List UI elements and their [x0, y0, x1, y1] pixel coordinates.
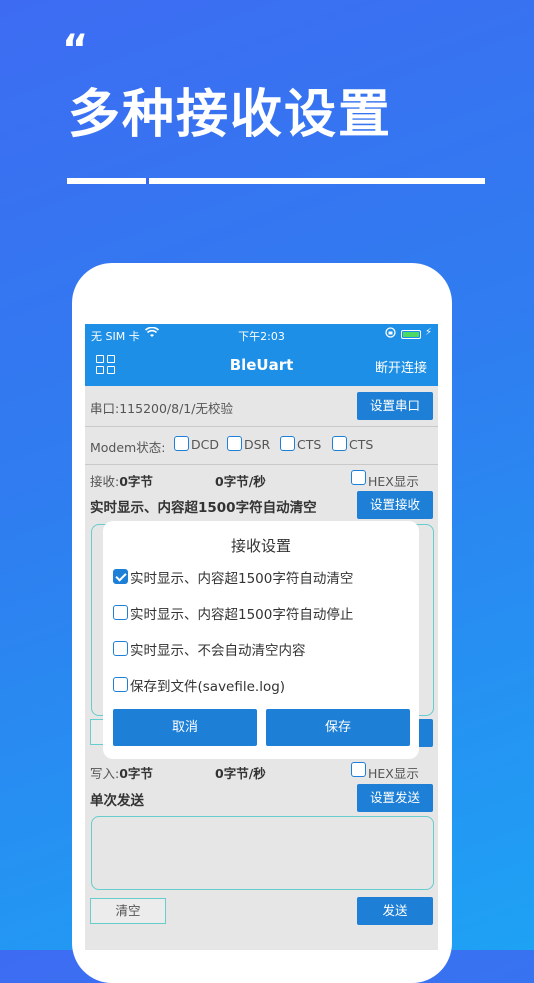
- save-button[interactable]: 保存: [266, 709, 410, 746]
- option-label: 实时显示、内容超1500字符自动停止: [130, 607, 354, 623]
- receive-settings-dialog: 接收设置 实时显示、内容超1500字符自动清空 实时显示、内容超1500字符自动…: [103, 521, 419, 759]
- dialog-title: 接收设置: [230, 537, 291, 555]
- underline-notch: [146, 178, 149, 184]
- option-label: 保存到文件(savefile.log): [130, 679, 286, 695]
- option-checkbox[interactable]: [113, 641, 128, 656]
- cancel-button[interactable]: 取消: [113, 709, 257, 746]
- headline-underline: [67, 178, 485, 184]
- option-label: 实时显示、不会自动清空内容: [130, 643, 306, 659]
- option-checkbox[interactable]: [113, 605, 128, 620]
- option-checkbox[interactable]: [113, 677, 128, 692]
- dialog-overlay: 接收设置 实时显示、内容超1500字符自动清空 实时显示、内容超1500字符自动…: [85, 324, 438, 950]
- option-checkbox[interactable]: [113, 569, 128, 584]
- promo-headline: 多种接收设置: [68, 85, 393, 145]
- option-label: 实时显示、内容超1500字符自动清空: [130, 571, 354, 587]
- app-screen: 无 SIM 卡 下午2:03 ⚡ BleUart 断开连接 串口:115200/…: [85, 324, 438, 950]
- quote-mark: “: [62, 27, 89, 73]
